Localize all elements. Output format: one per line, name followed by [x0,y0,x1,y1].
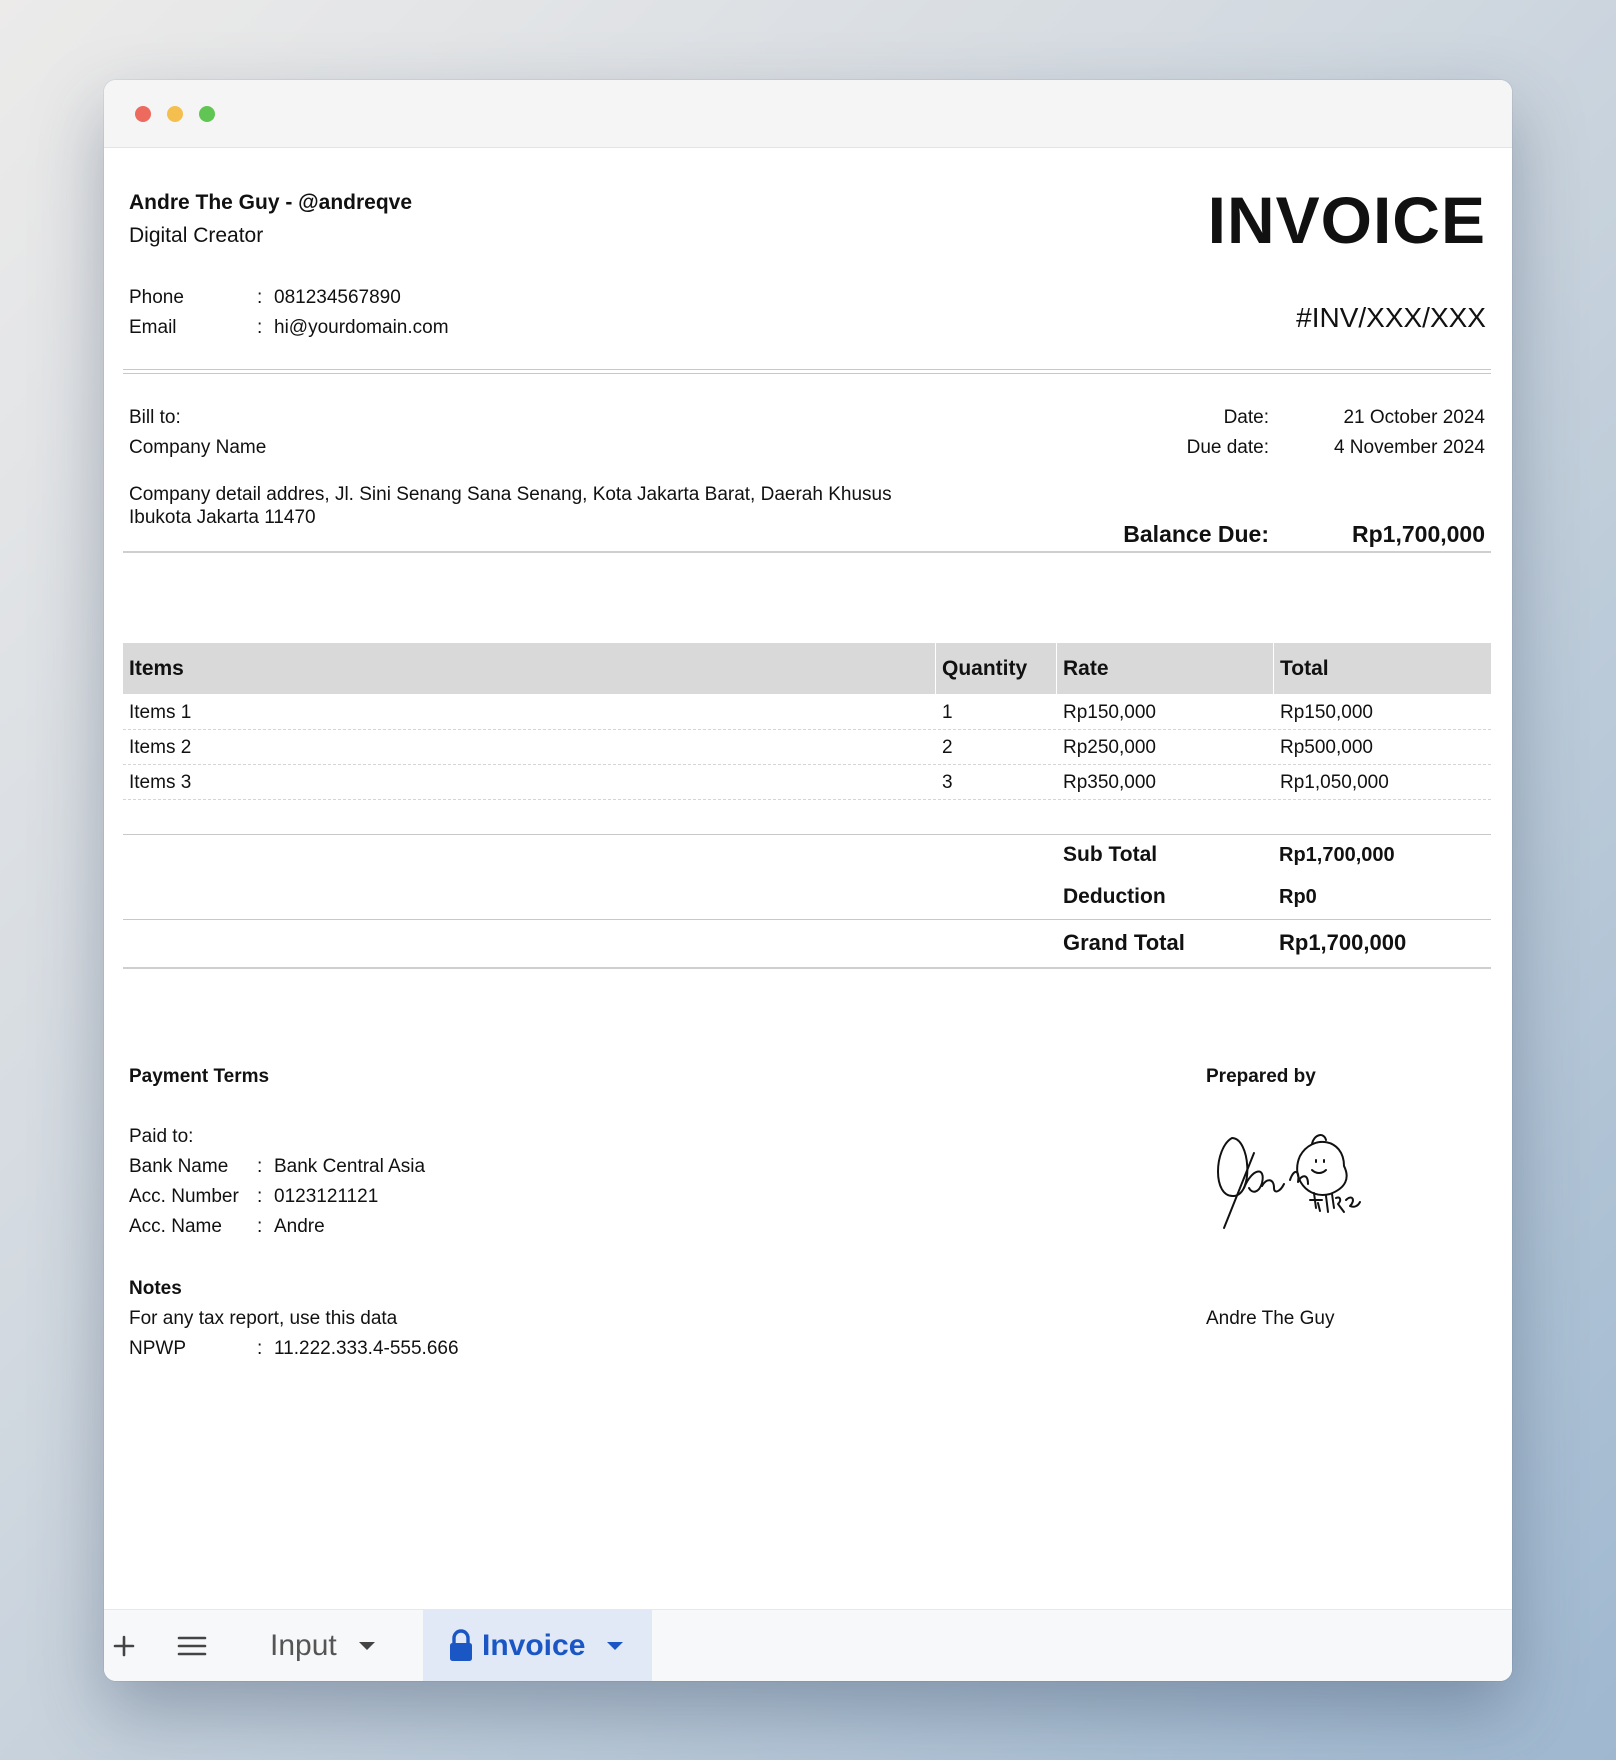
item-rate: Rp150,000 [1063,702,1156,723]
hamburger-menu-icon [177,1636,207,1655]
item-total: Rp150,000 [1280,702,1373,723]
add-sheet-button[interactable] [104,1610,144,1681]
lock-icon [450,1628,472,1661]
separator: : [257,1216,263,1237]
column-header-items: Items [129,657,184,680]
item-quantity: 1 [942,702,953,723]
phone-value: 081234567890 [274,287,401,308]
paid-to-label: Paid to: [129,1126,194,1147]
deduction-value: Rp0 [1279,886,1317,908]
all-sheets-button[interactable] [170,1610,214,1681]
tab-input-label: Input [270,1628,337,1662]
subtotal-label: Sub Total [1063,843,1158,866]
npwp-label: NPWP [129,1338,186,1359]
notes-title: Notes [129,1278,182,1299]
bank-name-label: Bank Name [129,1156,229,1177]
table-row: Items 3 3 Rp350,000 Rp1,050,000 [123,764,1491,800]
payment-terms-title: Payment Terms [129,1066,270,1087]
npwp-value: 11.222.333.4-555.666 [274,1338,459,1359]
tab-invoice[interactable]: Invoice [423,1610,652,1681]
items-table-header: Items Quantity Rate Total [123,643,1491,694]
divider [123,834,1491,835]
column-header-rate: Rate [1063,657,1109,680]
sheet-tabs-bar: Input Invoice [104,1609,1512,1681]
grand-total-label: Grand Total [1063,930,1185,955]
close-window-button[interactable] [135,106,151,122]
column-header-total: Total [1280,657,1329,680]
table-row: Items 2 2 Rp250,000 Rp500,000 [123,729,1491,765]
subtotal-value: Rp1,700,000 [1279,844,1395,866]
minimize-window-button[interactable] [167,106,183,122]
bill-address-line2: Ibukota Jakarta 11470 [129,507,316,528]
column-header-quantity: Quantity [942,657,1028,680]
bill-to-label: Bill to: [129,407,181,428]
account-name-value: Andre [274,1216,325,1237]
invoice-number: #INV/XXX/XXX [1296,302,1486,333]
notes-text: For any tax report, use this data [129,1308,398,1329]
email-value: hi@yourdomain.com [274,317,449,338]
separator: : [257,287,263,308]
chevron-down-icon[interactable] [607,1641,624,1650]
divider [123,919,1491,920]
app-window: Andre The Guy - @andreqve Digital Creato… [104,80,1512,1681]
balance-due-label: Balance Due: [1123,521,1269,547]
item-name: Items 3 [129,772,192,793]
due-date-value: 4 November 2024 [1333,437,1485,458]
divider [123,369,1491,374]
tab-invoice-label: Invoice [482,1628,586,1662]
item-rate: Rp350,000 [1063,772,1156,793]
invoice-title: INVOICE [1207,183,1486,257]
date-label: Date: [1223,407,1269,428]
deduction-label: Deduction [1063,885,1166,908]
item-quantity: 3 [942,772,953,793]
bill-address-line1: Company detail addres, Jl. Sini Senang S… [129,484,892,505]
bill-company: Company Name [129,437,267,458]
email-label: Email [129,317,177,338]
account-number-label: Acc. Number [129,1186,239,1207]
tab-input[interactable]: Input [270,1610,420,1681]
divider [123,967,1491,969]
item-total: Rp1,050,000 [1280,772,1389,793]
sender-role: Digital Creator [129,224,264,247]
maximize-window-button[interactable] [199,106,215,122]
due-date-label: Due date: [1186,437,1269,458]
item-total: Rp500,000 [1280,737,1373,758]
separator: : [257,1156,263,1177]
phone-label: Phone [129,287,184,308]
invoice-sheet: Andre The Guy - @andreqve Digital Creato… [104,148,1512,1610]
sender-name: Andre The Guy - @andreqve [129,191,413,214]
prepared-by-title: Prepared by [1206,1066,1316,1087]
separator: : [257,1186,263,1207]
separator: : [257,317,263,338]
item-name: Items 1 [129,702,192,723]
plus-icon [113,1635,135,1656]
bank-name-value: Bank Central Asia [274,1156,426,1177]
balance-due-value: Rp1,700,000 [1352,521,1485,547]
window-titlebar [104,80,1512,148]
account-number-value: 0123121121 [274,1186,379,1207]
item-quantity: 2 [942,737,953,758]
table-row: Items 1 1 Rp150,000 Rp150,000 [123,694,1491,730]
prepared-by-name: Andre The Guy [1206,1308,1335,1329]
grand-total-value: Rp1,700,000 [1279,930,1407,955]
signature-image [1217,1134,1361,1229]
chevron-down-icon[interactable] [358,1641,375,1650]
item-rate: Rp250,000 [1063,737,1156,758]
separator: : [257,1338,263,1359]
item-name: Items 2 [129,737,192,758]
account-name-label: Acc. Name [129,1216,222,1237]
divider [123,551,1491,553]
date-value: 21 October 2024 [1343,407,1485,428]
